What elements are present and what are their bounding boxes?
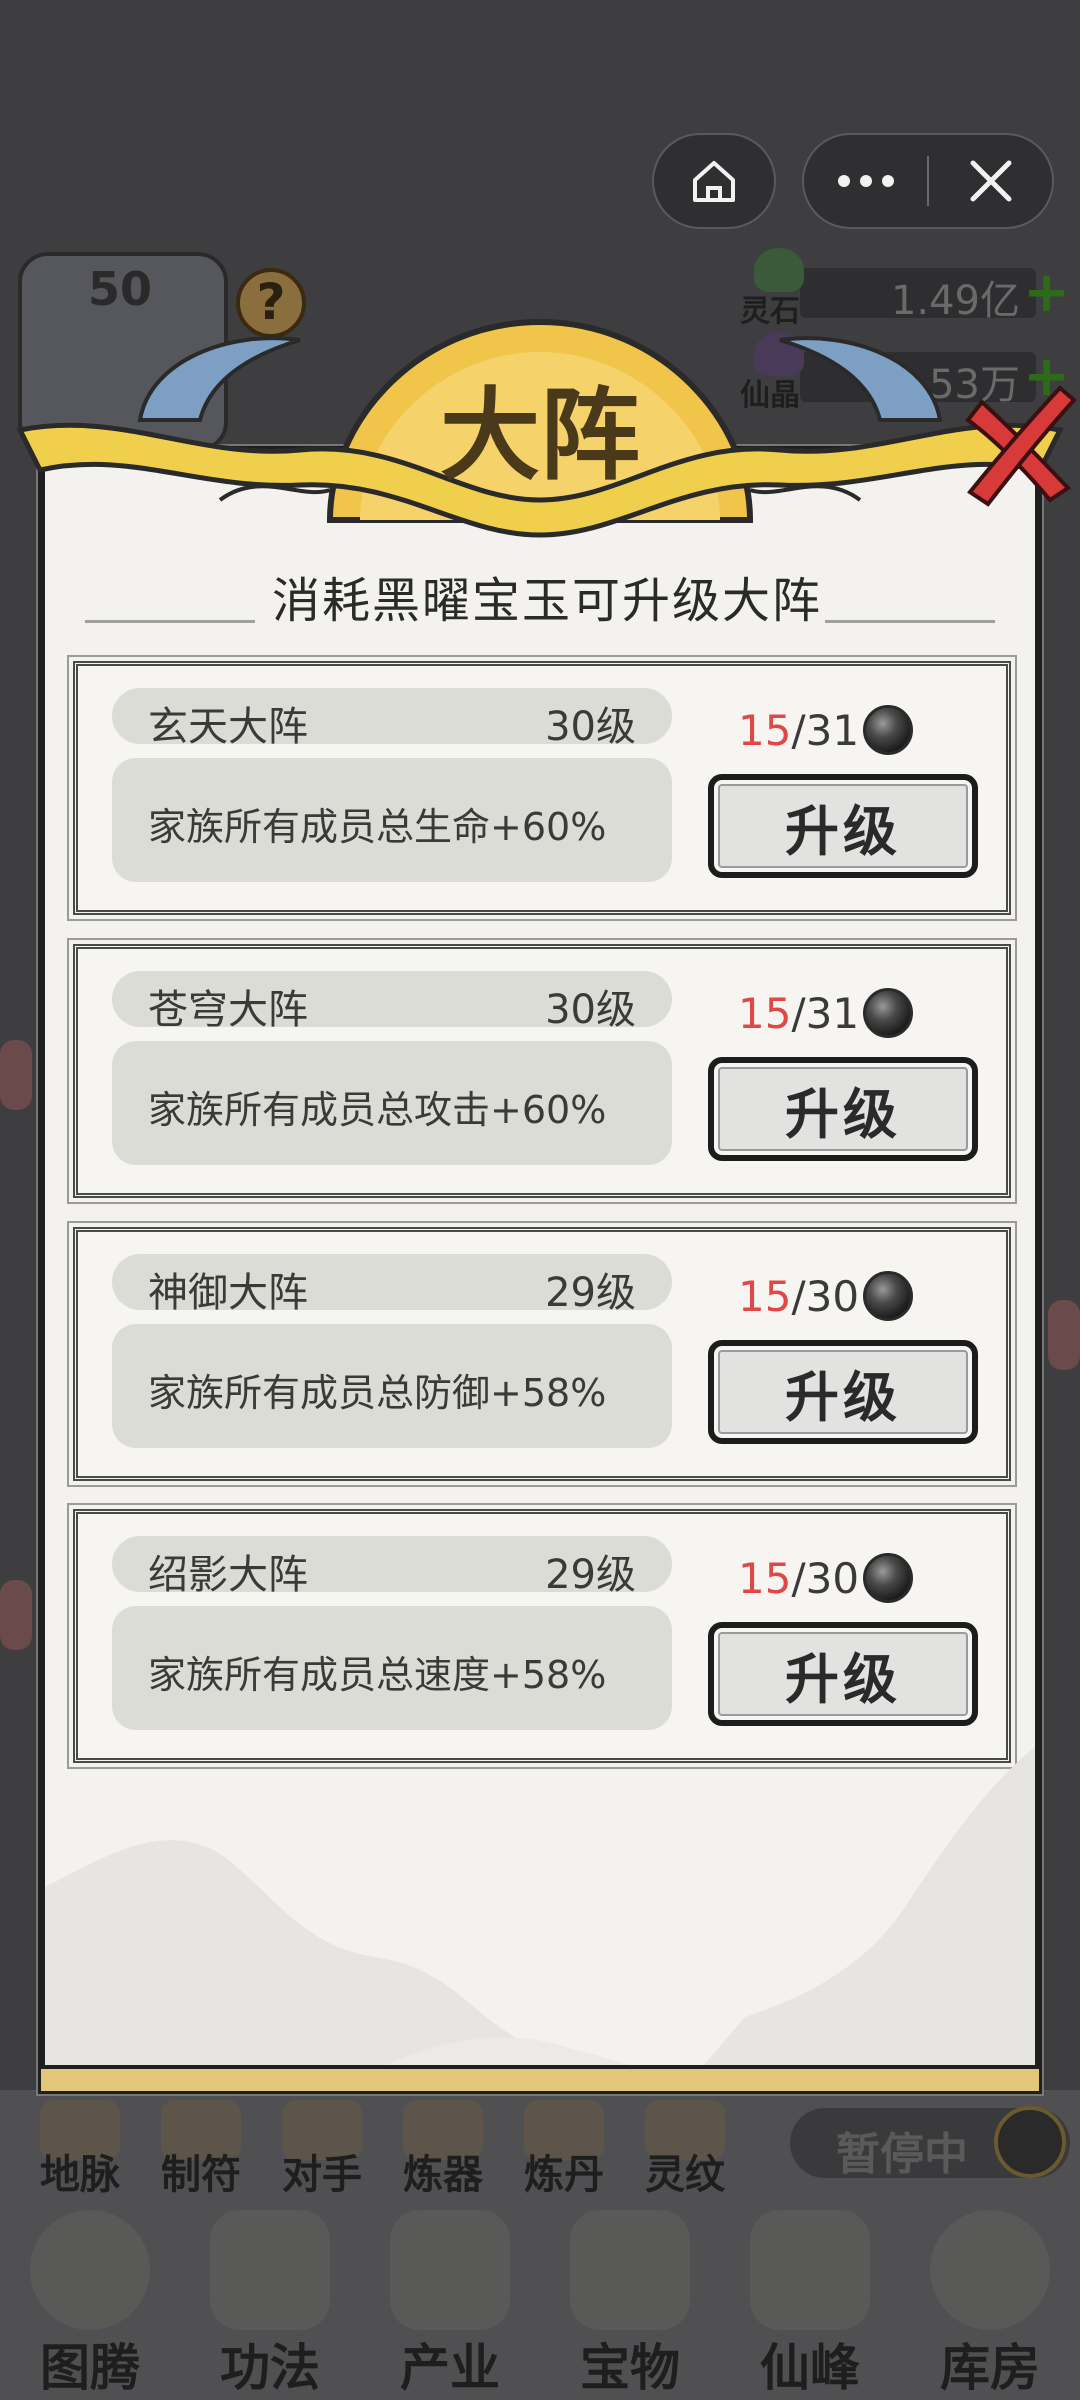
cost-owned: 15	[738, 988, 792, 1038]
upgrade-cost: 15 /30	[738, 1552, 914, 1604]
array-effect: 家族所有成员总生命+60%	[148, 805, 607, 849]
array-header: 苍穹大阵 30级	[112, 971, 672, 1033]
array-name: 神御大阵	[148, 1270, 308, 1316]
nav-lingwen[interactable]: 灵纹	[625, 2100, 740, 2198]
more-dots-icon	[837, 175, 894, 187]
side-character	[0, 1040, 32, 1110]
subtitle-ornament-right	[825, 620, 995, 623]
play-icon	[994, 2106, 1066, 2178]
nav-label: 功法	[220, 2339, 320, 2397]
nav-label: 仙峰	[760, 2339, 860, 2397]
subtitle-ornament-left	[85, 620, 255, 623]
nav-dimai[interactable]: 地脉	[20, 2100, 135, 2198]
dialog-title-banner: 大阵	[16, 318, 1064, 538]
array-level: 30级	[545, 987, 636, 1033]
array-effect: 家族所有成员总攻击+60%	[148, 1088, 607, 1132]
array-card: 苍穹大阵 30级 家族所有成员总攻击+60% 15 /31 升级	[67, 938, 1017, 1204]
nav-liandan[interactable]: 炼丹	[504, 2100, 619, 2198]
cost-required: /31	[791, 705, 860, 755]
mountain-decoration	[45, 1747, 1035, 2087]
mountain-icon	[750, 2210, 870, 2330]
secondary-nav: 地脉 制符 对手 炼器 炼丹 灵纹	[20, 2100, 740, 2198]
nav-label: 制符	[161, 2152, 241, 2198]
obsidian-jade-icon	[863, 705, 914, 755]
cost-owned: 15	[738, 705, 792, 755]
cost-required: /30	[791, 1271, 860, 1321]
obsidian-jade-icon	[863, 988, 914, 1038]
cost-required: /31	[791, 988, 860, 1038]
array-effect: 家族所有成员总速度+58%	[148, 1653, 607, 1697]
nav-label: 炼器	[403, 2152, 483, 2198]
home-button[interactable]	[652, 133, 776, 229]
nav-label: 库房	[940, 2339, 1040, 2397]
upgrade-button[interactable]: 升级	[708, 774, 978, 878]
array-level: 29级	[545, 1270, 636, 1316]
array-effect-box: 家族所有成员总生命+60%	[112, 758, 672, 882]
totem-icon	[30, 2210, 150, 2330]
cost-required: /30	[791, 1553, 860, 1603]
nav-label: 宝物	[580, 2339, 680, 2397]
close-button[interactable]	[929, 135, 1052, 227]
array-header: 玄天大阵 30级	[112, 688, 672, 750]
array-level: 30级	[545, 704, 636, 750]
array-header: 绍影大阵 29级	[112, 1536, 672, 1598]
array-header: 神御大阵 29级	[112, 1254, 672, 1316]
close-icon	[970, 160, 1011, 202]
nav-label: 对手	[282, 2152, 362, 2198]
nav-label: 地脉	[40, 2152, 120, 2198]
capsule-menu	[802, 133, 1054, 229]
nav-xianfeng[interactable]: 仙峰	[720, 2200, 900, 2400]
nav-duishou[interactable]: 对手	[262, 2100, 377, 2198]
side-character	[1048, 1300, 1080, 1370]
pause-label: 暂停中	[836, 2129, 968, 2180]
array-card: 神御大阵 29级 家族所有成员总防御+58% 15 /30 升级	[67, 1221, 1017, 1487]
nav-label: 炼丹	[524, 2152, 604, 2198]
nav-zhifu[interactable]: 制符	[141, 2100, 256, 2198]
treasure-icon	[570, 2210, 690, 2330]
array-effect: 家族所有成员总防御+58%	[148, 1371, 607, 1415]
dialog-title: 大阵	[440, 377, 640, 494]
cost-owned: 15	[738, 1553, 792, 1603]
array-card: 玄天大阵 30级 家族所有成员总生命+60% 15 /31 升级	[67, 655, 1017, 921]
upgrade-button[interactable]: 升级	[708, 1057, 978, 1161]
building-icon	[390, 2210, 510, 2330]
array-effect-box: 家族所有成员总攻击+60%	[112, 1041, 672, 1165]
home-icon	[693, 161, 735, 202]
close-x-icon	[965, 385, 1077, 507]
nav-label: 图腾	[40, 2339, 140, 2397]
pause-toggle[interactable]: 暂停中	[790, 2106, 1070, 2180]
nav-tuteng[interactable]: 图腾	[0, 2200, 180, 2400]
cost-owned: 15	[738, 1271, 792, 1321]
bag-icon	[930, 2210, 1050, 2330]
scroll-bottom-edge	[41, 2065, 1039, 2091]
main-nav: 图腾 功法 产业 宝物 仙峰 库房	[0, 2200, 1080, 2400]
side-character	[0, 1580, 32, 1650]
upgrade-cost: 15 /30	[738, 1270, 914, 1322]
nav-gongfa[interactable]: 功法	[180, 2200, 360, 2400]
upgrade-cost: 15 /31	[738, 704, 914, 756]
nav-chanye[interactable]: 产业	[360, 2200, 540, 2400]
upgrade-button[interactable]: 升级	[708, 1340, 978, 1444]
nav-label: 灵纹	[645, 2152, 725, 2198]
nav-kufang[interactable]: 库房	[900, 2200, 1080, 2400]
more-button[interactable]	[804, 135, 927, 227]
array-name: 绍影大阵	[148, 1552, 308, 1598]
nav-lianqi[interactable]: 炼器	[383, 2100, 498, 2198]
array-level: 29级	[545, 1552, 636, 1598]
nav-label: 产业	[400, 2339, 500, 2397]
upgrade-cost: 15 /31	[738, 987, 914, 1039]
nav-baowu[interactable]: 宝物	[540, 2200, 720, 2400]
array-name: 苍穹大阵	[148, 987, 308, 1033]
dialog-close-button[interactable]	[950, 380, 1080, 510]
array-name: 玄天大阵	[148, 704, 308, 750]
obsidian-jade-icon	[863, 1553, 914, 1603]
obsidian-jade-icon	[863, 1271, 914, 1321]
array-effect-box: 家族所有成员总防御+58%	[112, 1324, 672, 1448]
array-upgrade-dialog: 消耗黑曜宝玉可升级大阵 玄天大阵 30级 家族所有成员总生命+60% 15 /3…	[38, 446, 1042, 2094]
flame-icon	[210, 2210, 330, 2330]
